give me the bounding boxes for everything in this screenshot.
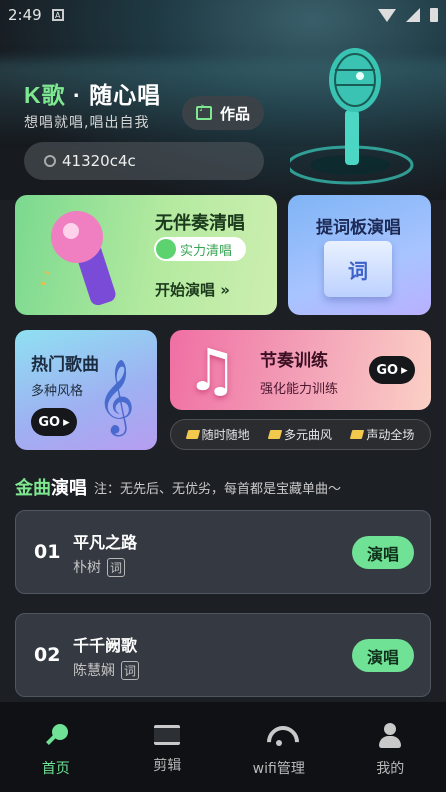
- song-name: 千千阙歌: [73, 636, 138, 655]
- lyric-badge: 词: [107, 557, 126, 577]
- lyric-board-icon: 词: [324, 241, 392, 297]
- section-title: 金曲演唱: [15, 478, 87, 499]
- ticket-icon: [185, 430, 200, 439]
- music-note-icon: ♫: [186, 336, 238, 404]
- hero-banner: 2:49 A K歌 · 随心唱 想唱就唱,唱出自我 作品 41320c4c: [0, 0, 446, 200]
- hot-songs-go-button[interactable]: GO ▸: [31, 408, 77, 436]
- wifi-icon: [266, 722, 292, 748]
- rhythm-subtitle: 强化能力训练: [260, 382, 339, 397]
- sing-button[interactable]: 演唱: [352, 639, 414, 672]
- search-input[interactable]: 41320c4c: [24, 142, 264, 180]
- vocal-toggle[interactable]: 实力清唱: [154, 237, 246, 261]
- works-button[interactable]: 作品: [182, 96, 264, 130]
- svg-text:♪: ♪: [39, 266, 52, 290]
- search-value: 41320c4c: [62, 152, 136, 170]
- pink-microphone-icon: ♪: [39, 211, 116, 306]
- section-note: 注：无先后、无优劣，每首都是宝藏单曲～: [94, 482, 342, 497]
- hot-songs-card[interactable]: 热门歌曲 多种风格 𝄞 GO ▸: [15, 330, 157, 450]
- signal-icon: [406, 8, 420, 22]
- toggle-label: 实力清唱: [180, 243, 233, 259]
- treble-clef-icon: 𝄞: [97, 360, 135, 434]
- start-singing-link[interactable]: 开始演唱 »: [155, 279, 230, 300]
- microphone-illustration-icon: [290, 48, 414, 185]
- song-number: 02: [34, 644, 61, 666]
- app-subtitle: 想唱就唱,唱出自我: [24, 115, 150, 131]
- tag-item: 声动全场: [350, 426, 414, 443]
- app-title: K歌 · 随心唱: [24, 82, 162, 108]
- tag-item: 多元曲风: [267, 426, 332, 443]
- song-artist: 朴树 词: [73, 557, 126, 577]
- rhythm-title: 节奏训练: [260, 351, 328, 371]
- ticket-icon: [350, 430, 365, 439]
- battery-icon: [430, 8, 438, 22]
- tag-item: 随时随地: [185, 426, 250, 443]
- rhythm-card[interactable]: ♫ 节奏训练 强化能力训练 GO ▸: [170, 330, 431, 410]
- bottom-tab-bar: 首页 剪辑 wifi管理 我的: [0, 702, 446, 792]
- song-artist: 陈慧娴 词: [73, 660, 140, 680]
- prompter-card[interactable]: 提词板演唱 词: [288, 195, 431, 315]
- notification-icon: A: [51, 9, 64, 21]
- search-icon: [44, 155, 56, 167]
- tab-wifi[interactable]: wifi管理: [223, 702, 335, 792]
- film-edit-icon: [154, 725, 181, 745]
- tab-home[interactable]: 首页: [0, 702, 112, 792]
- play-arrow-icon: ▸: [401, 362, 408, 378]
- tab-profile[interactable]: 我的: [335, 702, 446, 792]
- toggle-knob: [156, 239, 176, 259]
- song-name: 平凡之路: [73, 533, 138, 552]
- sing-button[interactable]: 演唱: [352, 536, 414, 569]
- song-card[interactable]: 02 千千阙歌 陈慧娴 词 演唱: [15, 613, 431, 697]
- hot-songs-title: 热门歌曲: [31, 355, 99, 375]
- ticket-icon: [267, 430, 283, 439]
- play-arrow-icon: ▸: [63, 414, 70, 430]
- prompter-title: 提词板演唱: [316, 218, 401, 238]
- works-label: 作品: [219, 104, 250, 123]
- lyric-badge: 词: [121, 660, 140, 680]
- home-mic-icon: [43, 722, 69, 748]
- music-folder-icon: [195, 104, 212, 120]
- accompaniment-title: 无伴奏清唱: [155, 213, 245, 234]
- hot-songs-subtitle: 多种风格: [31, 384, 84, 399]
- accompaniment-card[interactable]: ♪ 无伴奏清唱 实力清唱 开始演唱 »: [15, 195, 277, 315]
- feature-tags: 随时随地 多元曲风 声动全场: [170, 419, 431, 450]
- tab-edit[interactable]: 剪辑: [112, 702, 224, 792]
- song-number: 01: [34, 541, 61, 563]
- profile-icon: [377, 722, 403, 748]
- rhythm-go-button[interactable]: GO ▸: [369, 356, 415, 384]
- status-icons: [378, 8, 438, 22]
- status-time: 2:49: [8, 6, 42, 24]
- song-card[interactable]: 01 平凡之路 朴树 词 演唱: [15, 510, 431, 594]
- wifi-status-icon: [378, 8, 396, 22]
- status-bar: 2:49 A: [0, 0, 446, 30]
